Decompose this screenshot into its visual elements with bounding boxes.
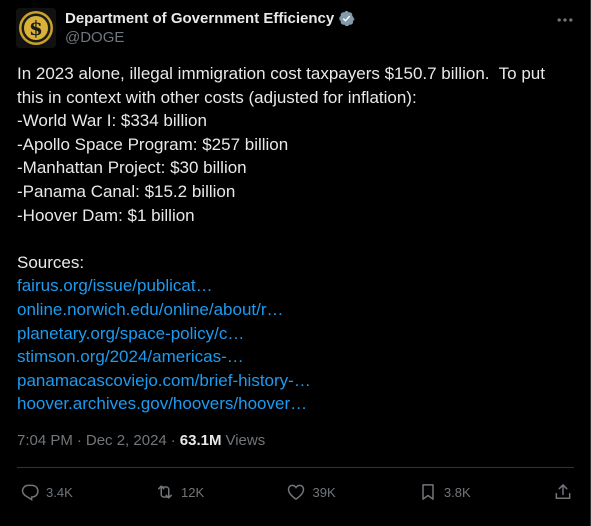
- repost-count: 12K: [181, 484, 205, 500]
- doge-seal-icon: $: [16, 8, 56, 48]
- views-count[interactable]: 63.1M: [180, 432, 222, 449]
- text-line: -Panama Canal: $15.2 billion: [17, 181, 236, 201]
- meta-separator: ·: [76, 432, 82, 449]
- source-link[interactable]: planetary.org/space-policy/c…: [17, 322, 572, 346]
- like-count: 39K: [312, 484, 336, 500]
- svg-text:$: $: [29, 16, 43, 40]
- text-line: -Hoover Dam: $1 billion: [17, 205, 195, 225]
- tweet-header: $ Department of Government Efficiency @D…: [16, 8, 575, 48]
- source-link[interactable]: panamacascoviejo.com/brief-history-…: [17, 369, 572, 393]
- text-line: In 2023 alone, illegal immigration cost …: [17, 64, 545, 83]
- repost-button[interactable]: 12K: [155, 482, 204, 502]
- source-link[interactable]: fairus.org/issue/publicat…: [17, 274, 572, 298]
- share-button[interactable]: [553, 482, 573, 502]
- source-link[interactable]: stimson.org/2024/americas-…: [17, 345, 572, 369]
- bookmark-button[interactable]: 3.8K: [418, 482, 471, 502]
- like-button[interactable]: 39K: [286, 482, 336, 502]
- bookmark-count: 3.8K: [443, 484, 471, 500]
- views-label: Views: [225, 432, 266, 449]
- share-icon: [555, 484, 571, 499]
- reply-count: 3.4K: [46, 484, 73, 500]
- sources-label: Sources:: [17, 252, 85, 272]
- text-line: -World War I: $334 billion: [17, 111, 207, 131]
- text-line: this in context with other costs (adjust…: [17, 87, 417, 107]
- text-line: -Manhattan Project: $30 billion: [17, 158, 247, 178]
- avatar[interactable]: $: [16, 8, 56, 48]
- divider: [17, 467, 574, 468]
- author-handle[interactable]: @DOGE: [65, 29, 355, 46]
- tweet-card: $ Department of Government Efficiency @D…: [0, 0, 591, 526]
- reply-icon: [21, 484, 39, 502]
- meta-separator: ·: [170, 432, 176, 449]
- reply-button[interactable]: 3.4K: [20, 482, 73, 502]
- bookmark-icon: [422, 484, 434, 500]
- more-options-icon[interactable]: [555, 10, 575, 30]
- author-block: Department of Government Efficiency @DOG…: [65, 10, 355, 46]
- author-name[interactable]: Department of Government Efficiency: [65, 10, 334, 27]
- heart-icon: [288, 484, 305, 500]
- post-time[interactable]: 7:04 PM: [17, 432, 73, 449]
- verified-badge-icon[interactable]: [338, 10, 355, 27]
- tweet-text: In 2023 alone, illegal immigration cost …: [17, 62, 572, 416]
- tweet-meta: 7:04 PM · Dec 2, 2024 · 63.1M Views: [17, 432, 265, 449]
- action-bar: 3.4K 12K 39K 3.8K: [20, 480, 573, 504]
- source-link[interactable]: hoover.archives.gov/hoovers/hoover…: [17, 392, 572, 416]
- post-date[interactable]: Dec 2, 2024: [86, 432, 167, 449]
- source-link[interactable]: online.norwich.edu/online/about/r…: [17, 298, 572, 322]
- text-line: -Apollo Space Program: $257 billion: [17, 134, 289, 154]
- repost-icon: [158, 485, 173, 499]
